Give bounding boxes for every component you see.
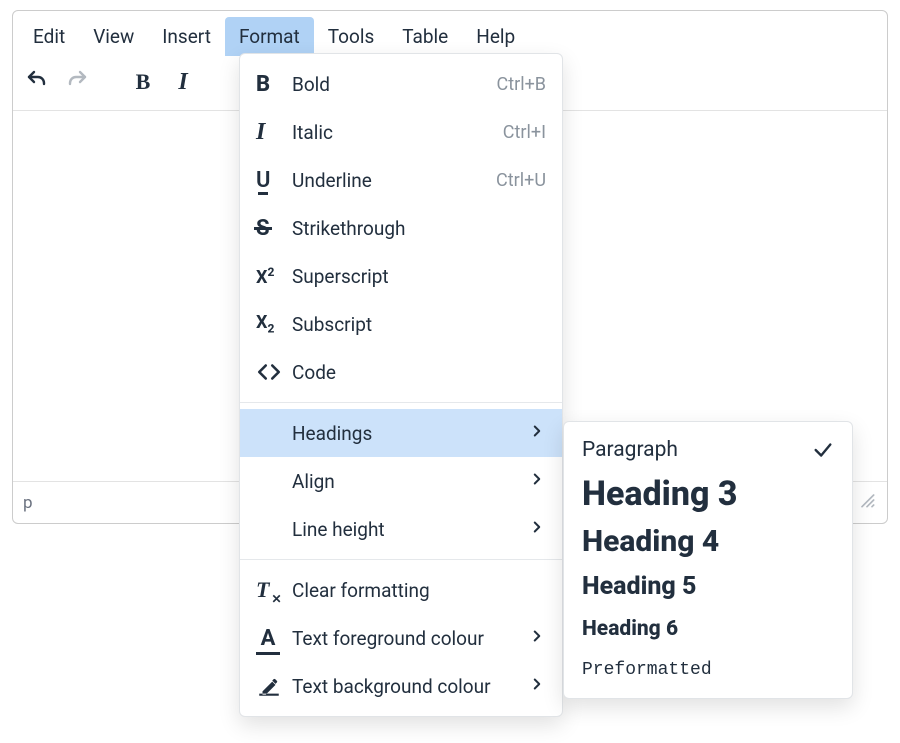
format-superscript-label: Superscript [292, 265, 546, 288]
resize-handle-icon[interactable] [857, 490, 877, 515]
superscript-icon: X2 [256, 265, 292, 288]
app-root: Edit View Insert Format Tools Table Help [0, 0, 900, 743]
menu-view[interactable]: View [79, 17, 148, 56]
menu-format[interactable]: Format [225, 17, 314, 56]
dropdown-separator [240, 402, 562, 403]
bold-button[interactable]: B [125, 64, 161, 100]
menubar: Edit View Insert Format Tools Table Help [13, 11, 887, 56]
heading-5-label: Heading 5 [582, 572, 696, 602]
chevron-right-icon [528, 422, 546, 445]
format-text-bg[interactable]: Text background colour [240, 662, 562, 710]
italic-button[interactable]: I [165, 64, 201, 100]
toolbar-textstyle-group: B I [125, 64, 201, 100]
format-underline-shortcut: Ctrl+U [496, 170, 546, 191]
bold-icon: B [256, 72, 292, 97]
menu-table[interactable]: Table [388, 17, 462, 56]
strikethrough-icon: S [256, 216, 292, 241]
format-headings[interactable]: Headings [240, 409, 562, 457]
heading-3-label: Heading 3 [582, 476, 738, 513]
format-subscript-label: Subscript [292, 313, 546, 336]
heading-4-label: Heading 4 [582, 525, 719, 560]
undo-button[interactable] [19, 64, 55, 100]
heading-preformatted[interactable]: Preformatted [564, 650, 852, 690]
heading-3[interactable]: Heading 3 [564, 470, 852, 519]
clear-formatting-icon: T✕ [256, 577, 292, 603]
heading-4[interactable]: Heading 4 [564, 519, 852, 566]
format-dropdown: B Bold Ctrl+B I Italic Ctrl+I U Underlin… [239, 53, 563, 717]
format-italic-label: Italic [292, 121, 503, 144]
dropdown-separator [240, 559, 562, 560]
format-italic[interactable]: I Italic Ctrl+I [240, 108, 562, 156]
format-bold-label: Bold [292, 73, 496, 96]
format-align-label: Align [292, 470, 528, 493]
underline-icon: U [256, 168, 292, 193]
format-align[interactable]: Align [240, 457, 562, 505]
statusbar-path[interactable]: p [23, 493, 33, 513]
format-line-height[interactable]: Line height [240, 505, 562, 553]
highlight-icon [256, 673, 292, 699]
format-bold[interactable]: B Bold Ctrl+B [240, 60, 562, 108]
heading-5[interactable]: Heading 5 [564, 566, 852, 608]
format-italic-shortcut: Ctrl+I [503, 122, 546, 143]
menu-help[interactable]: Help [462, 17, 529, 56]
bold-icon: B [136, 69, 151, 95]
format-text-bg-label: Text background colour [292, 675, 528, 698]
format-underline[interactable]: U Underline Ctrl+U [240, 156, 562, 204]
format-text-fg-label: Text foreground colour [292, 627, 528, 650]
chevron-right-icon [528, 518, 546, 541]
headings-submenu: Paragraph Heading 3 Heading 4 Heading 5 … [563, 421, 853, 699]
menu-tools[interactable]: Tools [314, 17, 389, 56]
code-icon [256, 359, 292, 385]
format-headings-label: Headings [292, 422, 528, 445]
heading-paragraph[interactable]: Paragraph [564, 430, 852, 470]
check-icon [808, 439, 834, 461]
heading-paragraph-label: Paragraph [582, 438, 678, 462]
format-text-fg[interactable]: A Text foreground colour [240, 614, 562, 662]
heading-6[interactable]: Heading 6 [564, 608, 852, 650]
heading-pre-label: Preformatted [582, 660, 712, 680]
format-superscript[interactable]: X2 Superscript [240, 252, 562, 300]
subscript-icon: X2 [256, 312, 292, 336]
chevron-right-icon [528, 627, 546, 650]
redo-icon [65, 68, 89, 96]
chevron-right-icon [528, 675, 546, 698]
text-color-icon: A [256, 626, 292, 651]
format-underline-label: Underline [292, 169, 496, 192]
chevron-right-icon [528, 470, 546, 493]
format-strikethrough[interactable]: S Strikethrough [240, 204, 562, 252]
italic-icon: I [256, 119, 292, 146]
heading-6-label: Heading 6 [582, 616, 678, 642]
redo-button[interactable] [59, 64, 95, 100]
undo-icon [25, 68, 49, 96]
format-subscript[interactable]: X2 Subscript [240, 300, 562, 348]
format-bold-shortcut: Ctrl+B [496, 74, 546, 95]
format-code-label: Code [292, 361, 546, 384]
format-clear[interactable]: T✕ Clear formatting [240, 566, 562, 614]
menu-edit[interactable]: Edit [19, 17, 79, 56]
italic-icon: I [178, 69, 187, 96]
menu-insert[interactable]: Insert [148, 17, 225, 56]
format-strikethrough-label: Strikethrough [292, 217, 546, 240]
format-line-height-label: Line height [292, 518, 528, 541]
format-code[interactable]: Code [240, 348, 562, 396]
toolbar-history-group [19, 64, 95, 100]
format-clear-label: Clear formatting [292, 579, 546, 602]
